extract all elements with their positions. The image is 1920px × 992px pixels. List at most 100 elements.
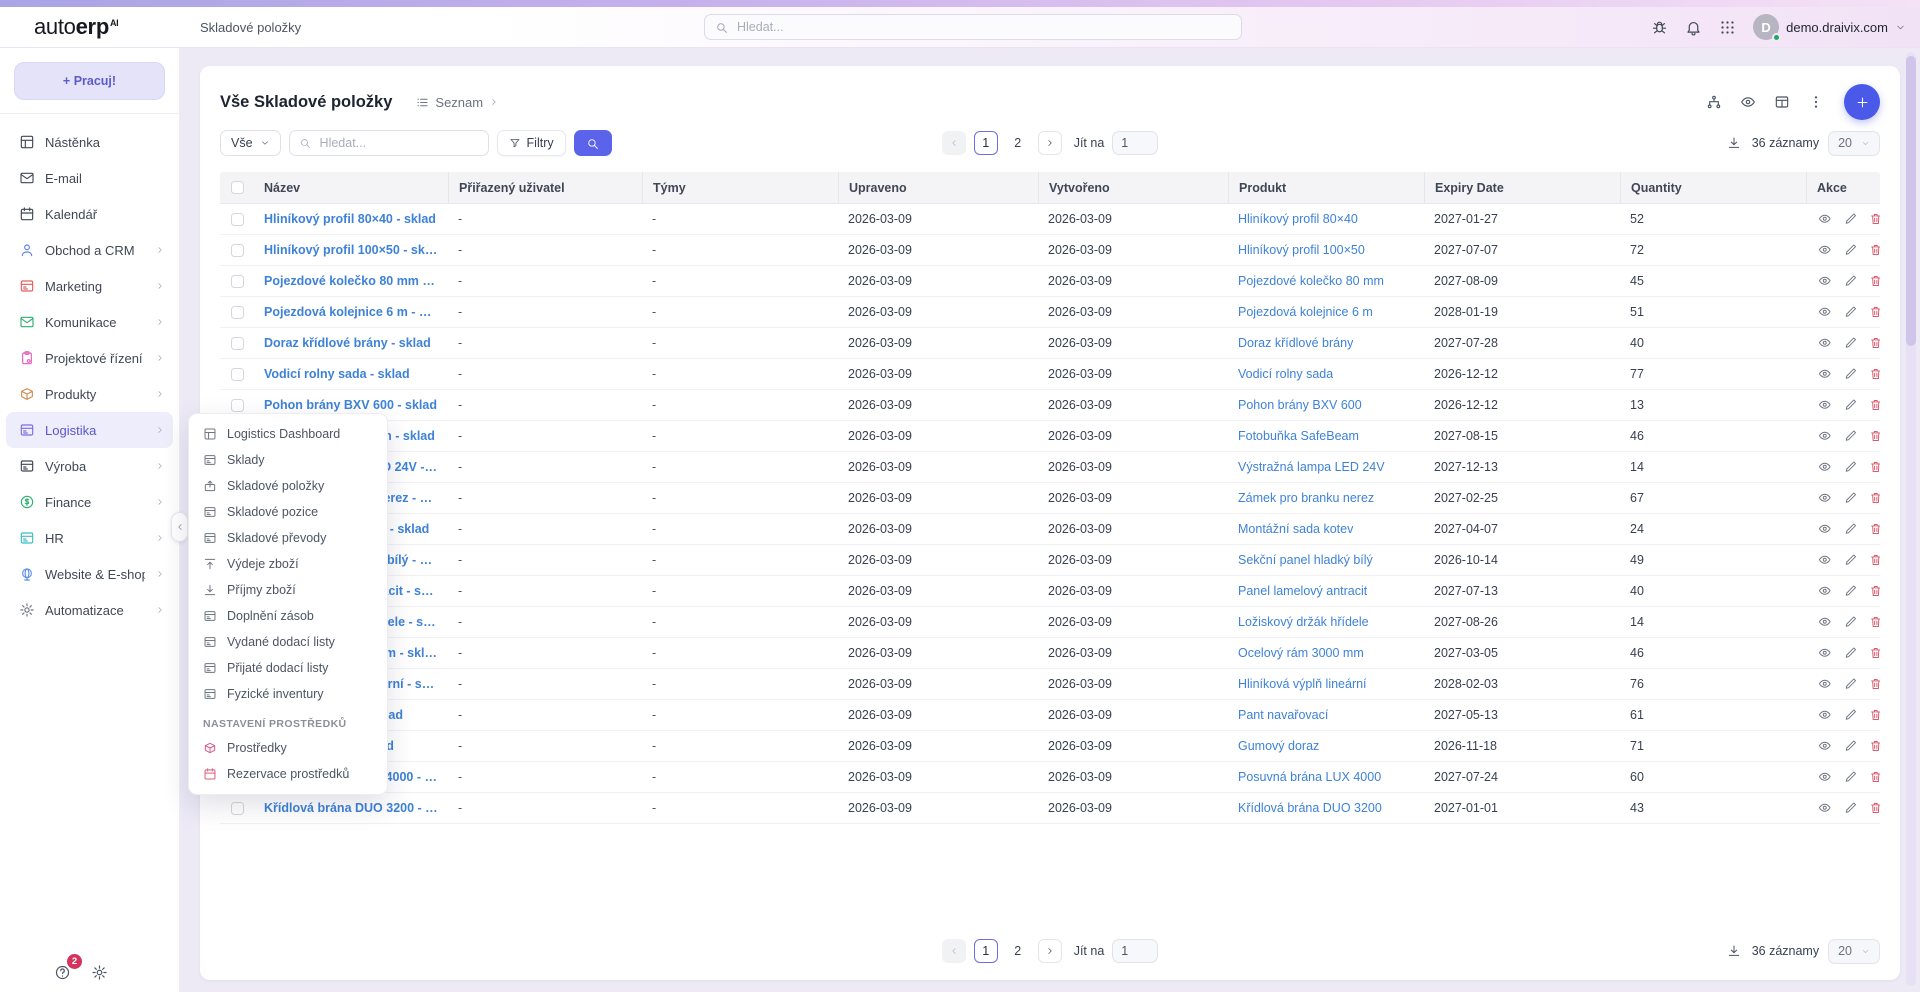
delete-button[interactable]	[1867, 551, 1880, 569]
item-name-link[interactable]: Pojezdové kolečko 80 mm - sklad	[264, 274, 438, 288]
product-link[interactable]: Vodicí rolny sada	[1238, 367, 1333, 381]
view-button[interactable]	[1816, 675, 1834, 693]
product-link[interactable]: Doraz křídlové brány	[1238, 336, 1353, 350]
view-button[interactable]	[1816, 272, 1834, 290]
table-row[interactable]: Panel lamelový antracit - sklad - - 2026…	[220, 576, 1880, 607]
delete-button[interactable]	[1867, 365, 1880, 383]
delete-button[interactable]	[1867, 396, 1880, 414]
account-menu[interactable]: D demo.draivix.com	[1753, 14, 1906, 40]
edit-button[interactable]	[1842, 582, 1860, 600]
column-header-expiry-date[interactable]: Expiry Date	[1424, 172, 1620, 203]
row-checkbox[interactable]	[231, 368, 244, 381]
edit-button[interactable]	[1842, 675, 1860, 693]
product-link[interactable]: Fotobuňka SafeBeam	[1238, 429, 1359, 443]
delete-button[interactable]	[1867, 210, 1880, 228]
search-submit-button[interactable]	[574, 130, 612, 156]
edit-button[interactable]	[1842, 737, 1860, 755]
delete-button[interactable]	[1867, 737, 1880, 755]
column-header-upraveno[interactable]: Upraveno	[838, 172, 1038, 203]
product-link[interactable]: Hliníková výplň lineární	[1238, 677, 1367, 691]
delete-button[interactable]	[1867, 582, 1880, 600]
column-header-quantity[interactable]: Quantity	[1620, 172, 1806, 203]
sidebar-item-nastenka[interactable]: Nástěnka	[6, 124, 173, 160]
product-link[interactable]: Sekční panel hladký bílý	[1238, 553, 1373, 567]
sidebar-item-marketing[interactable]: Marketing	[6, 268, 173, 304]
table-row[interactable]: Ložiskový držák hřídele - sklad - - 2026…	[220, 607, 1880, 638]
notifications-button[interactable]	[1681, 15, 1706, 40]
page-button-2[interactable]: 2	[1006, 131, 1030, 155]
column-header-nazev[interactable]: Název	[254, 172, 448, 203]
help-button[interactable]: 2	[52, 962, 73, 983]
delete-button[interactable]	[1867, 241, 1880, 259]
item-name-link[interactable]: Pojezdová kolejnice 6 m - sklad	[264, 305, 438, 319]
submenu-item-skladove-polozky[interactable]: Skladové položky	[189, 473, 387, 499]
product-link[interactable]: Pohon brány BXV 600	[1238, 398, 1362, 412]
edit-button[interactable]	[1842, 799, 1860, 817]
page-button-1[interactable]: 1	[974, 939, 998, 963]
edit-button[interactable]	[1842, 427, 1860, 445]
hierarchy-view-button[interactable]	[1700, 88, 1728, 116]
view-button[interactable]	[1816, 396, 1834, 414]
view-button[interactable]	[1816, 768, 1834, 786]
table-row[interactable]: Montážní sada kotev - sklad - - 2026-03-…	[220, 514, 1880, 545]
table-row[interactable]: Sekční panel hladký bílý - sklad - - 202…	[220, 545, 1880, 576]
page-scrollbar[interactable]	[1906, 52, 1916, 986]
sidebar-item-website-e-shop[interactable]: Website & E-shop	[6, 556, 173, 592]
table-view-button[interactable]	[1768, 88, 1796, 116]
item-name-link[interactable]: Hliníkový profil 80×40 - sklad	[264, 212, 436, 226]
app-logo[interactable]: autoerpAI	[0, 14, 180, 40]
sidebar-item-e-mail[interactable]: E-mail	[6, 160, 173, 196]
item-name-link[interactable]: Vodicí rolny sada - sklad	[264, 367, 410, 381]
table-search[interactable]	[289, 130, 489, 156]
view-button[interactable]	[1816, 334, 1834, 352]
column-header-akce[interactable]: Akce	[1806, 172, 1880, 203]
submenu-item-vydeje-zbozi[interactable]: Výdeje zboží	[189, 551, 387, 577]
edit-button[interactable]	[1842, 303, 1860, 321]
export-button[interactable]	[1725, 942, 1743, 960]
settings-button[interactable]	[89, 962, 110, 983]
delete-button[interactable]	[1867, 334, 1880, 352]
edit-button[interactable]	[1842, 644, 1860, 662]
scope-select[interactable]: Vše	[220, 130, 281, 156]
view-button[interactable]	[1816, 737, 1834, 755]
sidebar-item-logistika[interactable]: Logistika	[6, 412, 173, 448]
item-name-link[interactable]: Doraz křídlové brány - sklad	[264, 336, 431, 350]
item-name-link[interactable]: Hliníkový profil 100×50 - sklad	[264, 243, 438, 257]
edit-button[interactable]	[1842, 210, 1860, 228]
view-button[interactable]	[1816, 706, 1834, 724]
delete-button[interactable]	[1867, 768, 1880, 786]
table-row[interactable]: Gumový doraz - sklad - - 2026-03-09 2026…	[220, 731, 1880, 762]
submenu-item-prijmy-zbozi[interactable]: Příjmy zboží	[189, 577, 387, 603]
next-page-button[interactable]	[1038, 131, 1062, 155]
product-link[interactable]: Ocelový rám 3000 mm	[1238, 646, 1364, 660]
edit-button[interactable]	[1842, 613, 1860, 631]
edit-button[interactable]	[1842, 241, 1860, 259]
delete-button[interactable]	[1867, 303, 1880, 321]
submenu-item-rezervace-prostredku[interactable]: Rezervace prostředků	[189, 761, 387, 787]
delete-button[interactable]	[1867, 489, 1880, 507]
submenu-item-doplneni-zasob[interactable]: Doplnění zásob	[189, 603, 387, 629]
view-button[interactable]	[1816, 303, 1834, 321]
submenu-item-prostredky[interactable]: Prostředky	[189, 735, 387, 761]
add-record-button[interactable]	[1844, 84, 1880, 120]
global-search[interactable]	[704, 14, 1242, 40]
view-button[interactable]	[1816, 458, 1834, 476]
row-checkbox[interactable]	[231, 306, 244, 319]
edit-button[interactable]	[1842, 520, 1860, 538]
view-button[interactable]	[1816, 799, 1834, 817]
table-row[interactable]: Ocelový rám 3000 mm - sklad - - 2026-03-…	[220, 638, 1880, 669]
view-button[interactable]	[1816, 427, 1834, 445]
sidebar-item-kalendar[interactable]: Kalendář	[6, 196, 173, 232]
goto-page-input[interactable]	[1112, 131, 1158, 155]
item-name-link[interactable]: Pohon brány BXV 600 - sklad	[264, 398, 437, 412]
delete-button[interactable]	[1867, 520, 1880, 538]
product-link[interactable]: Zámek pro branku nerez	[1238, 491, 1374, 505]
submenu-item-vydane-dodaci-listy[interactable]: Vydané dodací listy	[189, 629, 387, 655]
table-row[interactable]: Hliníkový profil 80×40 - sklad - - 2026-…	[220, 204, 1880, 235]
product-link[interactable]: Pojezdová kolejnice 6 m	[1238, 305, 1373, 319]
sidebar-collapse-button[interactable]	[171, 512, 188, 542]
delete-button[interactable]	[1867, 427, 1880, 445]
edit-button[interactable]	[1842, 768, 1860, 786]
submenu-item-skladove-prevody[interactable]: Skladové převody	[189, 525, 387, 551]
product-link[interactable]: Pant navařovací	[1238, 708, 1328, 722]
